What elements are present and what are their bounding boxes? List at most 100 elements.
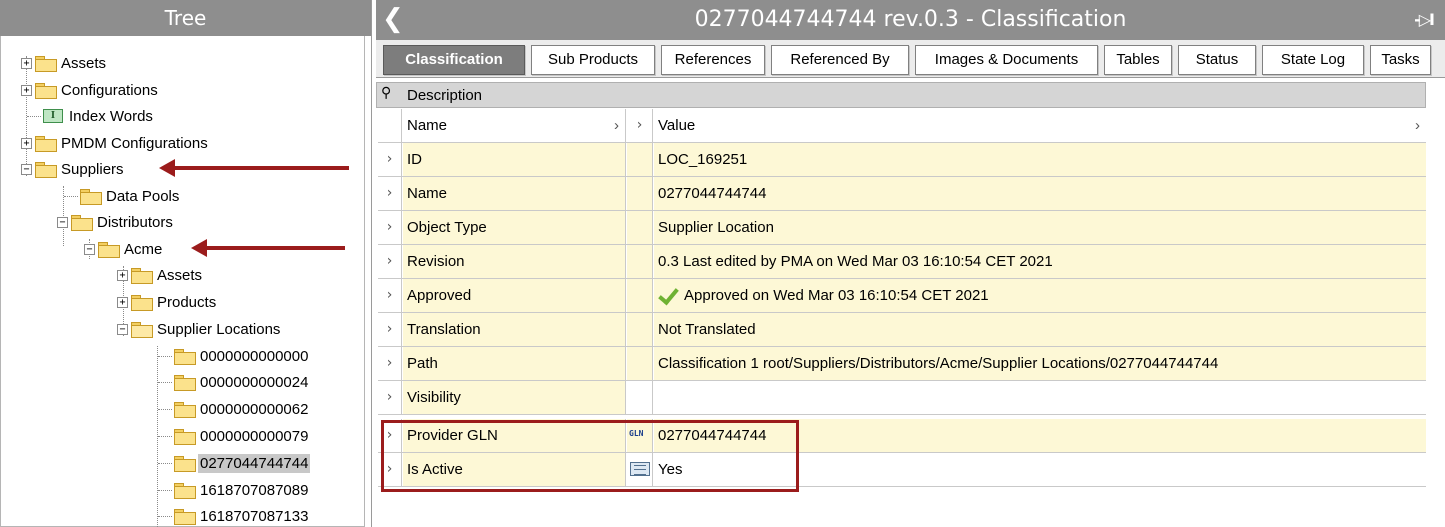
tab-tasks[interactable]: Tasks <box>1370 45 1431 75</box>
tab-tables[interactable]: Tables <box>1104 45 1172 75</box>
tab-status[interactable]: Status <box>1178 45 1256 75</box>
attribute-value[interactable]: Approved on Wed Mar 03 16:10:54 CET 2021 <box>654 279 1426 312</box>
tab-label: Referenced By <box>790 51 890 68</box>
tree-item-suppliers[interactable]: − Suppliers <box>21 156 126 182</box>
tab-label: Status <box>1195 51 1239 68</box>
tree-item-acme-assets[interactable]: + Assets <box>117 262 204 288</box>
tree-item-location[interactable]: 0000000000024 <box>158 369 310 395</box>
row-expand-icon[interactable]: › <box>378 143 402 176</box>
attribute-name: Object Type <box>403 211 626 244</box>
tree-item-location-selected[interactable]: 0277044744744 <box>158 450 311 476</box>
tree-item-label: 0000000000079 <box>200 427 309 445</box>
tree-item-supplier-locations[interactable]: − Supplier Locations <box>117 316 282 342</box>
tree-item-data-pools[interactable]: Data Pools <box>64 183 181 209</box>
collapse-icon[interactable]: − <box>84 243 95 255</box>
tab-label: Sub Products <box>547 51 639 68</box>
attribute-type <box>627 211 653 244</box>
expand-icon[interactable]: + <box>21 137 32 149</box>
attribute-value[interactable]: Classification 1 root/Suppliers/Distribu… <box>654 347 1426 380</box>
tree-item-label: Products <box>157 293 217 311</box>
table-row[interactable]: › Object Type Supplier Location <box>378 211 1426 245</box>
expand-icon[interactable]: + <box>21 84 32 96</box>
collapse-icon[interactable]: − <box>57 216 68 228</box>
tree-item-configurations[interactable]: + Configurations <box>21 77 160 103</box>
attribute-value[interactable]: LOC_169251 <box>654 143 1426 176</box>
expand-icon[interactable]: + <box>117 269 128 281</box>
description-section-header[interactable]: ⚲ Description <box>376 82 1426 108</box>
tree-item-label: 0000000000024 <box>200 373 309 391</box>
attribute-value[interactable]: Supplier Location <box>654 211 1426 244</box>
row-expand-icon[interactable]: › <box>378 177 402 210</box>
attribute-grid: ⚲ Description Name › › Value › › ID LOC_… <box>376 82 1445 527</box>
column-header-label: Name <box>407 117 448 134</box>
chevron-right-icon[interactable]: › <box>614 109 619 142</box>
attribute-value[interactable]: 0.3 Last edited by PMA on Wed Mar 03 16:… <box>654 245 1426 278</box>
tree-item-location[interactable]: 0000000000000 <box>158 343 310 369</box>
row-expand-icon[interactable]: › <box>378 347 402 380</box>
tree-item-label: Assets <box>157 266 203 284</box>
folder-icon <box>71 215 93 231</box>
attribute-name: Name <box>403 177 626 210</box>
check-icon <box>658 288 676 302</box>
attribute-value[interactable]: 0277044744744 <box>654 177 1426 210</box>
folder-icon <box>174 483 196 499</box>
chevron-right-icon[interactable]: › <box>1415 109 1420 142</box>
tab-images-documents[interactable]: Images & Documents <box>915 45 1098 75</box>
tree-item-assets[interactable]: + Assets <box>21 50 108 76</box>
index-words-icon: I <box>43 109 63 123</box>
row-expand-icon[interactable]: › <box>378 211 402 244</box>
attribute-name: Path <box>403 347 626 380</box>
tab-label: Classification <box>405 51 503 68</box>
tree-item-label: Data Pools <box>106 187 180 205</box>
row-expand-icon[interactable]: › <box>378 279 402 312</box>
tree-item-acme[interactable]: − Acme <box>84 236 164 262</box>
tree-item-location[interactable]: 0000000000062 <box>158 396 310 422</box>
tab-referenced-by[interactable]: Referenced By <box>771 45 909 75</box>
table-row[interactable]: › Name 0277044744744 <box>378 177 1426 211</box>
attribute-type <box>627 245 653 278</box>
attribute-name: Revision <box>403 245 626 278</box>
row-expand-icon[interactable]: › <box>378 313 402 346</box>
tree-item-pmdm-configurations[interactable]: + PMDM Configurations <box>21 130 210 156</box>
title-bar: 0277044744744 rev.0.3 - Classification ❮… <box>376 0 1445 40</box>
back-icon[interactable]: ❮ <box>382 4 404 34</box>
tree-item-location[interactable]: 0000000000079 <box>158 423 310 449</box>
tree-item-index-words[interactable]: I Index Words <box>27 103 155 129</box>
tree-item-distributors[interactable]: − Distributors <box>57 209 175 235</box>
table-row[interactable]: › ID LOC_169251 <box>378 143 1426 177</box>
tab-references[interactable]: References <box>661 45 765 75</box>
tab-state-log[interactable]: State Log <box>1262 45 1364 75</box>
attribute-type <box>627 313 653 346</box>
table-row[interactable]: › Translation Not Translated <box>378 313 1426 347</box>
pin-icon[interactable]: -▷I <box>1414 10 1435 29</box>
tree-item-label: PMDM Configurations <box>61 134 208 152</box>
attribute-value[interactable] <box>654 381 1426 414</box>
collapse-icon[interactable]: − <box>117 323 128 335</box>
folder-icon <box>131 268 153 284</box>
expand-icon[interactable]: + <box>21 57 32 69</box>
folder-icon <box>174 349 196 365</box>
table-row[interactable]: › Approved Approved on Wed Mar 03 16:10:… <box>378 279 1426 313</box>
table-row[interactable]: › Path Classification 1 root/Suppliers/D… <box>378 347 1426 381</box>
tree-item-location[interactable]: 1618707087089 <box>158 477 310 503</box>
pushpin-icon[interactable]: ⚲ <box>381 85 391 101</box>
table-row[interactable]: › Revision 0.3 Last edited by PMA on Wed… <box>378 245 1426 279</box>
table-row[interactable]: › Visibility <box>378 381 1426 415</box>
tree-item-location[interactable]: 1618707087133 <box>158 503 310 527</box>
tab-sub-products[interactable]: Sub Products <box>531 45 655 75</box>
annotation-highlight-box <box>381 420 799 492</box>
folder-icon <box>174 402 196 418</box>
column-header-name[interactable]: Name › <box>403 109 626 142</box>
row-expand-icon[interactable]: › <box>378 245 402 278</box>
tree-item-products[interactable]: + Products <box>117 289 218 315</box>
tree-item-label: 1618707087133 <box>200 507 309 525</box>
attribute-value[interactable]: Not Translated <box>654 313 1426 346</box>
tree-item-label: Configurations <box>61 81 158 99</box>
row-expand-icon[interactable]: › <box>378 381 402 414</box>
collapse-icon[interactable]: − <box>21 163 32 175</box>
expand-icon[interactable]: + <box>117 296 128 308</box>
folder-icon <box>35 136 57 152</box>
tab-classification[interactable]: Classification <box>383 45 525 75</box>
attribute-name: Translation <box>403 313 626 346</box>
column-header-value[interactable]: Value › <box>654 109 1426 142</box>
